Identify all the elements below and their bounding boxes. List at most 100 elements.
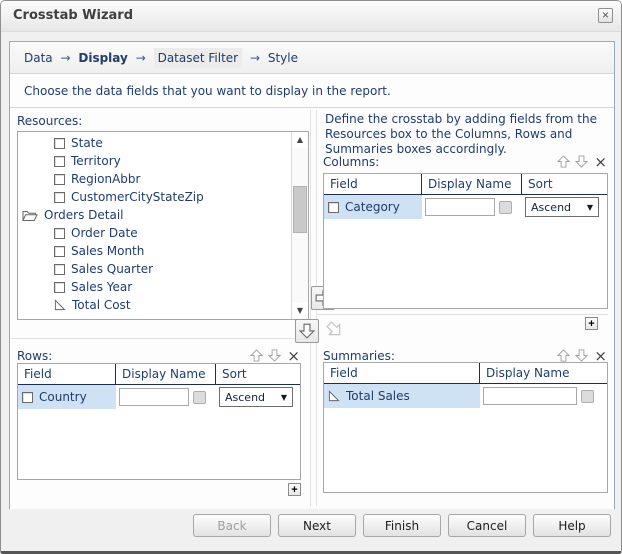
crosstab-wizard-dialog: Crosstab Wizard × Data → Display → Datas…: [0, 0, 622, 554]
move-up-icon[interactable]: [557, 349, 571, 362]
tree-item-state[interactable]: State: [18, 134, 291, 152]
move-down-icon[interactable]: [575, 349, 589, 362]
summaries-actions: ×: [557, 348, 608, 363]
display-name-input[interactable]: [119, 388, 189, 406]
sort-cell: Ascend ▼: [216, 385, 300, 409]
tree-item-label: State: [71, 136, 103, 150]
breadcrumb: Data → Display → Dataset Filter → Style: [10, 42, 614, 74]
close-icon[interactable]: ×: [598, 8, 613, 23]
table-row[interactable]: Total Sales: [324, 384, 607, 408]
cancel-button[interactable]: Cancel: [448, 514, 526, 537]
back-button: Back: [193, 514, 271, 537]
table-row[interactable]: Country Ascend ▼: [18, 385, 300, 409]
tree-item-customercitystatezip[interactable]: CustomerCityStateZip: [18, 188, 291, 206]
define-text: Define the crosstab by adding fields fro…: [325, 112, 597, 156]
field-cell[interactable]: Category: [324, 195, 422, 219]
display-name-cell: [422, 195, 522, 219]
tree-item-label: Sales Quarter: [71, 262, 154, 276]
column-icon: [22, 391, 33, 403]
tree-item-label: Orders Detail: [44, 208, 124, 222]
breadcrumb-style[interactable]: Style: [268, 51, 298, 65]
header-display-name: Display Name: [486, 366, 570, 380]
divider: [11, 338, 310, 339]
column-icon: [54, 245, 65, 257]
move-to-summaries-arrow-disabled: [326, 321, 343, 341]
folder-open-icon: [22, 210, 38, 221]
column-icon: [54, 281, 65, 293]
tree-item-label: CustomerCityStateZip: [71, 190, 204, 204]
main-area: Resources: State Territory RegionAbbr Cu…: [10, 108, 614, 509]
display-name-input[interactable]: [425, 198, 495, 216]
header-field: Field: [324, 363, 480, 383]
header-sort: Sort: [528, 177, 553, 191]
display-name-cell: [116, 385, 216, 409]
finish-button[interactable]: Finish: [363, 514, 441, 537]
sort-select[interactable]: Ascend ▼: [525, 197, 599, 217]
field-name: Category: [345, 200, 400, 214]
display-name-edit-button[interactable]: [193, 390, 206, 404]
breadcrumb-data[interactable]: Data: [24, 51, 53, 65]
tree-item-sales-quarter[interactable]: Sales Quarter: [18, 260, 291, 278]
summaries-table-header: Field Display Name: [324, 363, 607, 384]
columns-expand-button[interactable]: +: [585, 317, 598, 330]
tree-item-label: Sales Month: [71, 244, 145, 258]
remove-icon[interactable]: ×: [286, 348, 301, 363]
remove-icon[interactable]: ×: [593, 154, 608, 169]
header-display-name: Display Name: [116, 364, 216, 384]
breadcrumb-display[interactable]: Display: [78, 51, 127, 65]
tree-item-territory[interactable]: Territory: [18, 152, 291, 170]
table-row[interactable]: Category Ascend ▼: [324, 195, 607, 219]
move-up-icon[interactable]: [250, 349, 264, 362]
column-icon: [54, 173, 65, 185]
field-cell[interactable]: Country: [18, 385, 116, 409]
tree-item-order-date[interactable]: Order Date: [18, 224, 291, 242]
field-cell[interactable]: Total Sales: [324, 384, 480, 408]
header-display-name: Display Name: [422, 174, 522, 194]
rows-table-header: Field Display Name Sort: [18, 364, 300, 385]
scroll-up-icon[interactable]: ▲: [292, 132, 308, 148]
rows-label: Rows:: [17, 348, 53, 363]
display-name-cell: [480, 384, 607, 408]
diagonal-arrow-icon: [326, 321, 341, 336]
tree-item-orders-detail[interactable]: Orders Detail: [18, 206, 291, 224]
next-button[interactable]: Next: [278, 514, 356, 537]
tree-item-sales-month[interactable]: Sales Month: [18, 242, 291, 260]
header-field: Field: [18, 364, 116, 384]
divider: [316, 314, 608, 315]
move-to-rows-button[interactable]: [295, 319, 319, 343]
rows-expand-button[interactable]: +: [288, 483, 301, 496]
tree-item-sales-year[interactable]: Sales Year: [18, 278, 291, 296]
display-name-edit-button[interactable]: [499, 200, 512, 214]
breadcrumb-dataset-filter[interactable]: Dataset Filter: [153, 48, 243, 68]
display-name-edit-button[interactable]: [581, 389, 594, 403]
sort-select[interactable]: Ascend ▼: [219, 387, 293, 407]
title-bar[interactable]: Crosstab Wizard ×: [1, 1, 621, 32]
summaries-label: Summaries:: [323, 348, 395, 363]
columns-table: Field Display Name Sort Category Ascend …: [323, 173, 608, 309]
columns-label: Columns:: [323, 154, 380, 169]
tree-item-regionabbr[interactable]: RegionAbbr: [18, 170, 291, 188]
scroll-down-icon[interactable]: ▼: [292, 303, 308, 319]
display-name-input[interactable]: [483, 387, 577, 405]
remove-icon[interactable]: ×: [593, 348, 608, 363]
move-up-icon[interactable]: [557, 155, 571, 168]
summary-icon: [328, 390, 340, 402]
resources-label: Resources:: [17, 114, 83, 128]
move-down-icon[interactable]: [268, 349, 282, 362]
summaries-header-row: Summaries: ×: [323, 348, 608, 363]
scrollbar-thumb[interactable]: [293, 186, 307, 233]
help-button[interactable]: Help: [533, 514, 611, 537]
tree-item-total-cost[interactable]: Total Cost: [18, 296, 291, 314]
move-down-icon[interactable]: [575, 155, 589, 168]
tree-item-label: RegionAbbr: [71, 172, 141, 186]
field-name: Country: [39, 390, 87, 404]
column-icon: [54, 227, 65, 239]
rows-actions: ×: [250, 348, 301, 363]
chevron-down-icon: ▼: [586, 202, 593, 212]
dialog-title: Crosstab Wizard: [13, 8, 134, 23]
resources-list: State Territory RegionAbbr CustomerCityS…: [17, 131, 309, 320]
resources-scrollbar[interactable]: ▲ ▼: [291, 132, 308, 319]
summary-icon: [54, 299, 66, 311]
column-icon: [328, 201, 339, 213]
footer-buttons: Back Next Finish Cancel Help: [193, 514, 611, 537]
